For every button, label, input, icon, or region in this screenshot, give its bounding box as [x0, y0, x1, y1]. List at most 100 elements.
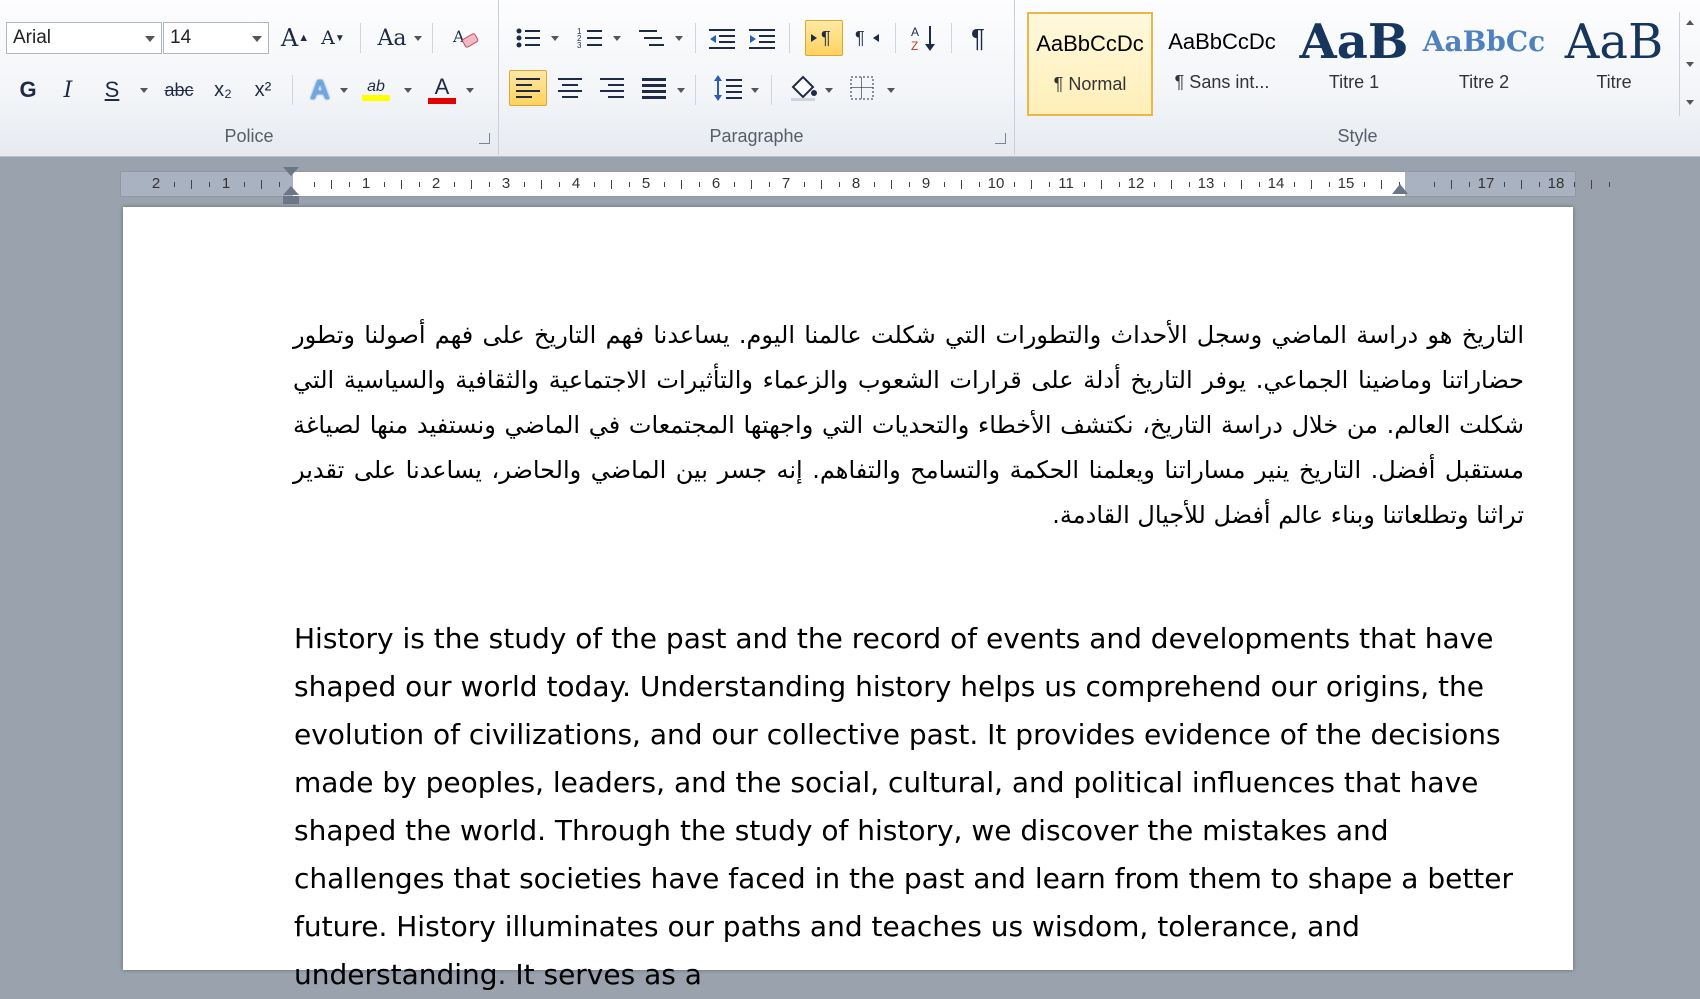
- grow-font-button[interactable]: A ▲: [278, 20, 312, 56]
- ruler-tick: [243, 182, 245, 187]
- svg-text:¶: ¶: [821, 28, 831, 48]
- ruler-number: 2: [431, 175, 441, 192]
- left-indent-marker[interactable]: [283, 196, 299, 204]
- chevron-down-icon[interactable]: [466, 88, 474, 93]
- paragraph-group: 123 ¶ ¶ AZ ¶ Paragraphe: [499, 0, 1015, 155]
- chevron-down-icon[interactable]: [887, 88, 895, 93]
- style-sample: AaBbCc: [1422, 25, 1546, 58]
- text-effects-icon: A: [309, 74, 331, 105]
- style-tile-no-spacing[interactable]: AaBbCcDc ¶ Sans int...: [1159, 12, 1285, 116]
- hanging-indent-marker[interactable]: [283, 186, 299, 195]
- style-tile-normal[interactable]: AaBbCcDc ¶ Normal: [1027, 12, 1153, 116]
- font-size-combo[interactable]: 14: [163, 22, 269, 54]
- multilevel-list-button[interactable]: [635, 20, 669, 56]
- svg-text:A: A: [911, 25, 919, 39]
- align-center-icon: [558, 78, 582, 98]
- document-page[interactable]: التاريخ هو دراسة الماضي وسجل الأحداث وال…: [123, 207, 1573, 991]
- ruler-number: 9: [921, 175, 931, 192]
- shrink-font-button[interactable]: A ▼: [316, 20, 350, 56]
- ruler-number: 8: [851, 175, 861, 192]
- style-tile-heading-2[interactable]: AaBbCc Titre 2: [1421, 12, 1547, 116]
- chevron-down-icon[interactable]: [613, 36, 621, 41]
- show-formatting-marks-button[interactable]: ¶: [961, 20, 995, 56]
- ruler-tick: [698, 182, 700, 187]
- increase-indent-button[interactable]: [745, 20, 779, 56]
- chevron-down-icon[interactable]: [551, 36, 559, 41]
- ruler-tick: [261, 180, 262, 189]
- ltr-direction-button[interactable]: ¶: [805, 20, 843, 56]
- numbering-button[interactable]: 123: [573, 20, 607, 56]
- more-styles-icon[interactable]: [1686, 100, 1694, 105]
- style-sample: AaBbCcDc: [1168, 29, 1276, 54]
- decrease-indent-button[interactable]: [705, 20, 739, 56]
- ruler-tick: [803, 182, 805, 187]
- ruler-tick: [488, 182, 490, 187]
- ruler-tick: [278, 182, 280, 187]
- strikethrough-button[interactable]: abc: [158, 72, 200, 108]
- bullets-button[interactable]: [511, 20, 545, 56]
- clear-formatting-button[interactable]: A: [448, 20, 484, 56]
- ribbon: Arial 14 A ▲ A ▼ Aa A G I S abc x₂ x² A …: [0, 0, 1700, 157]
- style-tile-heading-1[interactable]: AaB Titre 1: [1291, 12, 1417, 116]
- underline-button[interactable]: S: [96, 72, 128, 108]
- font-dialog-launcher[interactable]: [479, 133, 490, 144]
- chevron-down-icon[interactable]: [677, 88, 685, 93]
- subscript-button[interactable]: x₂: [206, 72, 240, 108]
- align-left-button[interactable]: [509, 70, 547, 106]
- shading-button[interactable]: [785, 70, 821, 106]
- chevron-down-icon[interactable]: [751, 88, 759, 93]
- first-line-indent-marker[interactable]: [283, 167, 299, 176]
- ruler-tick: [751, 180, 752, 189]
- justify-button[interactable]: [635, 70, 673, 106]
- align-right-button[interactable]: [593, 70, 631, 106]
- font-name-combo[interactable]: Arial: [6, 22, 162, 54]
- ruler-number: 11: [1058, 175, 1074, 192]
- rtl-direction-button[interactable]: ¶: [847, 20, 885, 56]
- ruler-number: 4: [571, 175, 581, 192]
- ruler-number: 17: [1477, 175, 1495, 192]
- align-center-button[interactable]: [551, 70, 589, 106]
- ruler-tick: [1538, 182, 1540, 187]
- chevron-down-icon[interactable]: [1686, 62, 1694, 67]
- sort-button[interactable]: AZ: [907, 20, 943, 56]
- ltr-direction-icon: ¶: [811, 28, 831, 48]
- ruler-tick: [873, 182, 875, 187]
- chevron-down-icon[interactable]: [825, 88, 833, 93]
- horizontal-ruler[interactable]: 2 1 1 2 3 4 5 6 7 8 9 10 11 12 13 14 15 17 18: [120, 171, 1610, 197]
- ruler-tick: [628, 182, 630, 187]
- english-paragraph[interactable]: History is the study of the past and the…: [294, 615, 1526, 999]
- borders-button[interactable]: [845, 70, 879, 106]
- arabic-paragraph[interactable]: التاريخ هو دراسة الماضي وسجل الأحداث وال…: [293, 313, 1524, 538]
- italic-button[interactable]: I: [52, 72, 84, 108]
- ruler-tick: [733, 182, 735, 187]
- bold-button[interactable]: G: [12, 72, 44, 108]
- text-effects-button[interactable]: A: [302, 72, 338, 108]
- ruler-tick: [1048, 182, 1050, 187]
- change-case-button[interactable]: Aa: [372, 20, 412, 56]
- chevron-down-icon[interactable]: [140, 88, 148, 93]
- chevron-up-icon[interactable]: [1686, 20, 1694, 25]
- right-indent-marker[interactable]: [1392, 184, 1408, 194]
- chevron-down-icon[interactable]: [340, 88, 348, 93]
- style-tile-title[interactable]: AaB Titre: [1551, 12, 1677, 116]
- font-name-value: Arial: [13, 27, 52, 48]
- style-name: ¶ Normal: [1053, 74, 1127, 94]
- chevron-down-icon[interactable]: [675, 36, 683, 41]
- font-size-value: 14: [170, 27, 192, 48]
- font-color-bar: [428, 98, 456, 104]
- ruler-tick: [1311, 180, 1312, 189]
- ruler-tick: [1363, 182, 1365, 187]
- font-color-button[interactable]: A: [424, 72, 460, 108]
- ruler-tick: [1118, 182, 1120, 187]
- style-gallery-scrollbar[interactable]: [1679, 12, 1700, 116]
- highlight-button[interactable]: ab: [358, 72, 394, 108]
- superscript-button[interactable]: x²: [246, 72, 280, 108]
- ruler-tick: [1188, 182, 1190, 187]
- line-spacing-button[interactable]: [709, 70, 747, 106]
- chevron-down-icon[interactable]: [414, 36, 422, 41]
- ruler-tick: [1171, 180, 1172, 189]
- chevron-down-icon[interactable]: [404, 88, 412, 93]
- ruler-tick: [1153, 182, 1155, 187]
- paragraph-dialog-launcher[interactable]: [995, 133, 1006, 144]
- font-color-icon: A: [434, 74, 450, 99]
